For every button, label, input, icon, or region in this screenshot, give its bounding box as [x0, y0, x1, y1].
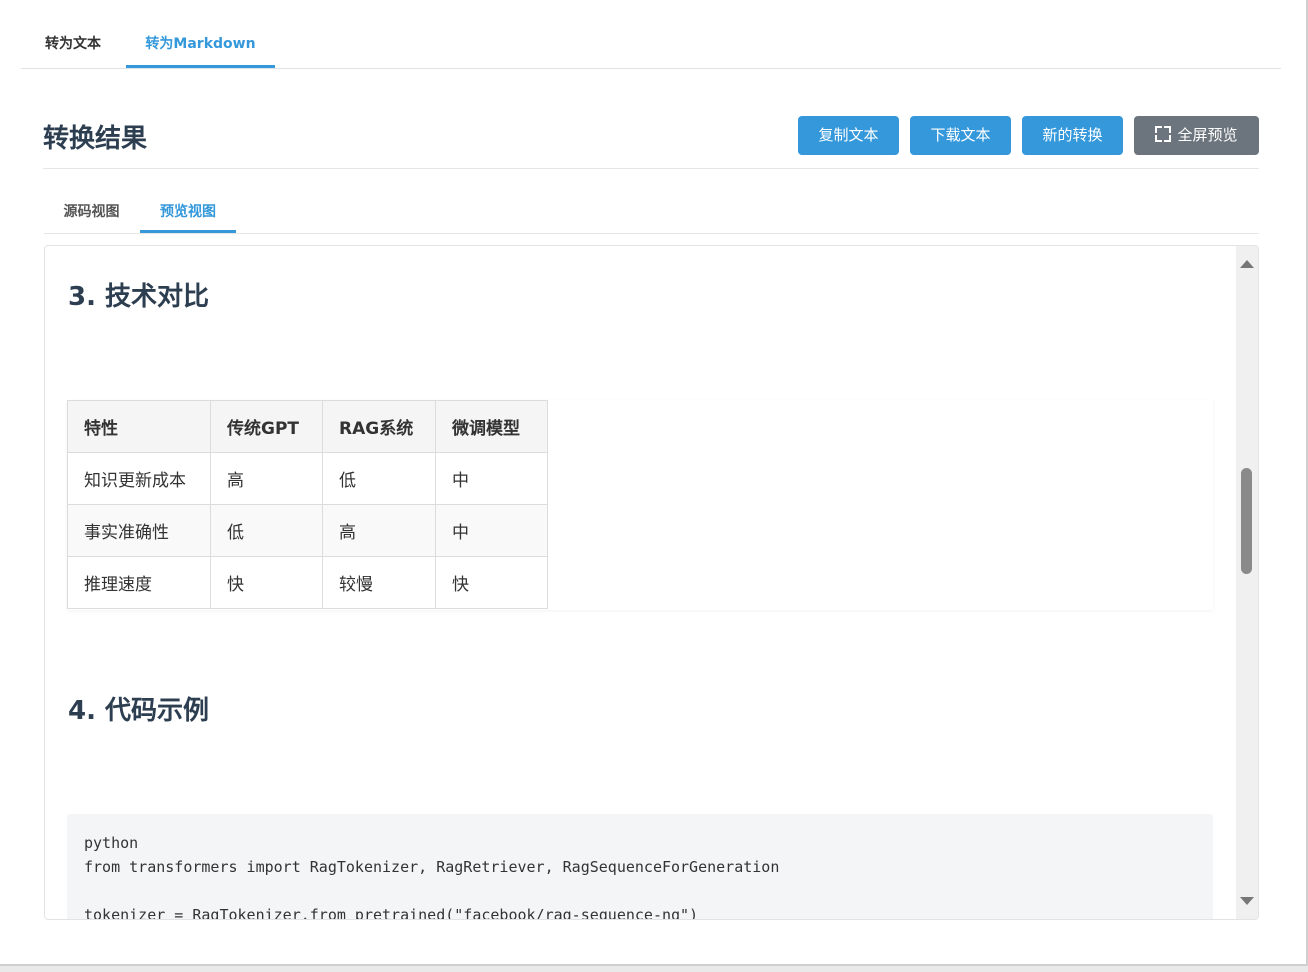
table-cell: 低 [210, 504, 323, 557]
table-header-cell: RAG系统 [322, 400, 436, 453]
section-heading-comparison: 3. 技术对比 [68, 282, 210, 312]
table-cell: 推理速度 [67, 556, 211, 609]
scroll-down-arrow-icon[interactable] [1240, 897, 1254, 905]
table-cell: 事实准确性 [67, 504, 211, 557]
table-cell: 知识更新成本 [67, 452, 211, 505]
table-cell: 快 [435, 556, 548, 609]
comparison-table-wrapper: 特性 传统GPT RAG系统 微调模型 知识更新成本 高 低 中 事实准确性 低… [67, 400, 1213, 610]
table-header-cell: 微调模型 [435, 400, 548, 453]
download-text-button[interactable]: 下载文本 [910, 116, 1011, 155]
conversion-mode-tabs: 转为文本 转为Markdown [21, 22, 1281, 69]
table-cell: 快 [210, 556, 323, 609]
header-divider [43, 168, 1259, 169]
table-cell: 中 [435, 452, 548, 505]
tab-to-markdown[interactable]: 转为Markdown [126, 22, 275, 68]
scrollbar-thumb[interactable] [1241, 468, 1252, 574]
table-cell: 较慢 [322, 556, 436, 609]
table-cell: 高 [322, 504, 436, 557]
fullscreen-preview-button[interactable]: 全屏预览 [1134, 116, 1259, 155]
table-row: 推理速度 快 较慢 快 [67, 556, 548, 609]
table-header-cell: 特性 [67, 400, 211, 453]
code-line: python [84, 834, 139, 852]
app-window: 转为文本 转为Markdown 转换结果 复制文本 下载文本 新的转换 全屏预览… [0, 0, 1308, 966]
tab-source-view[interactable]: 源码视图 [44, 192, 139, 232]
scroll-up-arrow-icon[interactable] [1240, 260, 1254, 268]
result-title: 转换结果 [43, 124, 148, 154]
table-cell: 低 [322, 452, 436, 505]
table-header-row: 特性 传统GPT RAG系统 微调模型 [67, 400, 548, 453]
table-header-cell: 传统GPT [210, 400, 323, 453]
view-mode-tabs: 源码视图 预览视图 [44, 192, 1259, 234]
tab-to-text[interactable]: 转为文本 [21, 22, 125, 67]
fullscreen-preview-label: 全屏预览 [1177, 126, 1238, 144]
table-row: 知识更新成本 高 低 中 [67, 452, 548, 505]
code-line: tokenizer = RagTokenizer.from_pretrained… [84, 906, 699, 920]
code-line: from transformers import RagTokenizer, R… [84, 858, 780, 876]
fullscreen-icon [1155, 126, 1172, 142]
section-heading-code-example: 4. 代码示例 [68, 696, 210, 726]
code-block[interactable]: python from transformers import RagToken… [67, 814, 1213, 920]
preview-scrollbar[interactable] [1236, 246, 1258, 919]
table-cell: 中 [435, 504, 548, 557]
new-conversion-button[interactable]: 新的转换 [1022, 116, 1123, 155]
copy-text-button[interactable]: 复制文本 [798, 116, 899, 155]
table-row: 事实准确性 低 高 中 [67, 504, 548, 557]
comparison-table: 特性 传统GPT RAG系统 微调模型 知识更新成本 高 低 中 事实准确性 低… [67, 400, 548, 609]
markdown-preview-panel[interactable]: 3. 技术对比 特性 传统GPT RAG系统 微调模型 知识更新成本 高 低 中… [44, 245, 1259, 920]
tab-preview-view[interactable]: 预览视图 [140, 192, 236, 233]
table-cell: 高 [210, 452, 323, 505]
